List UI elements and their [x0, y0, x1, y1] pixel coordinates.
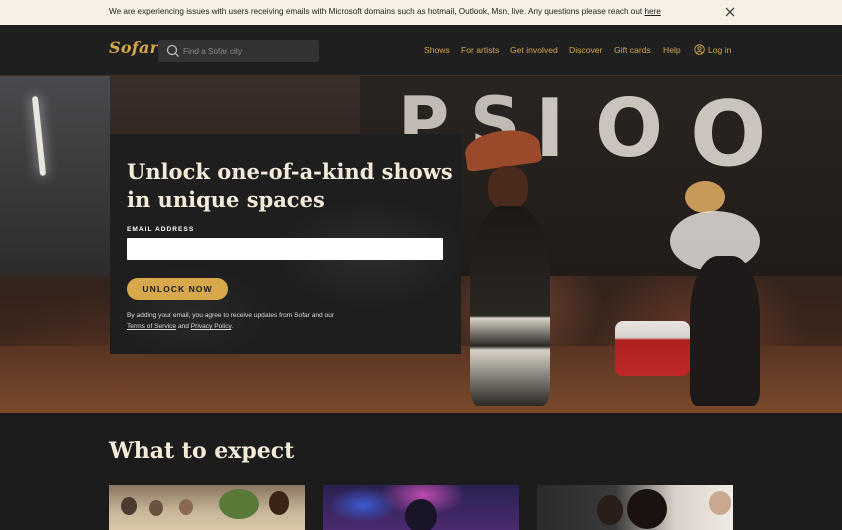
hero-signup-card: Unlock one-of-a-kind shows in unique spa…: [110, 134, 461, 354]
expect-image[interactable]: [537, 485, 733, 530]
site-header: Sofar Shows For artists Get involved Dis…: [0, 25, 842, 76]
hero-section: P S I O O Unlock one-of-a-kind shows in …: [0, 76, 842, 413]
photo-detail: [597, 495, 623, 525]
expect-image[interactable]: [323, 485, 519, 530]
unlock-now-button[interactable]: UNLOCK NOW: [127, 278, 228, 300]
expect-image[interactable]: [109, 485, 305, 530]
performer-body: [470, 206, 550, 406]
privacy-link[interactable]: Privacy Policy: [191, 323, 232, 330]
sofar-logo[interactable]: Sofar: [109, 38, 158, 57]
hero-window: [0, 76, 110, 276]
terms-link[interactable]: Terms of Service: [127, 323, 176, 330]
nav-for-artists[interactable]: For artists: [461, 45, 499, 55]
hero-title: Unlock one-of-a-kind shows in unique spa…: [127, 159, 453, 212]
email-label: EMAIL ADDRESS: [127, 226, 195, 233]
photo-detail: [269, 491, 289, 515]
email-field[interactable]: [127, 238, 443, 260]
photo-detail: [149, 500, 163, 516]
announcement-text: We are experiencing issues with users re…: [109, 7, 661, 16]
user-icon[interactable]: [694, 44, 705, 55]
nav-discover[interactable]: Discover: [569, 45, 602, 55]
search-icon: [166, 44, 179, 57]
consent-text: By adding your email, you agree to recei…: [127, 312, 335, 330]
nav-log-in[interactable]: Log in: [708, 45, 731, 55]
nav-shows[interactable]: Shows: [424, 45, 450, 55]
photo-detail: [405, 499, 437, 530]
nav-help[interactable]: Help: [663, 45, 681, 55]
backdrop-letter: O: [595, 82, 664, 175]
drum: [615, 321, 690, 376]
announcement-link[interactable]: here: [644, 7, 660, 16]
performer-hair: [685, 181, 725, 213]
backdrop-letter: O: [690, 82, 767, 187]
search-input[interactable]: [183, 43, 313, 59]
nav-get-involved[interactable]: Get involved: [510, 45, 558, 55]
performer-body: [690, 256, 760, 406]
photo-detail: [627, 489, 667, 529]
photo-detail: [709, 491, 731, 515]
nav-gift-cards[interactable]: Gift cards: [614, 45, 651, 55]
city-search[interactable]: [158, 40, 319, 62]
photo-detail: [179, 499, 193, 515]
photo-detail: [121, 497, 137, 515]
performer-head: [488, 166, 528, 210]
section-title: What to expect: [109, 438, 295, 464]
close-icon[interactable]: [724, 6, 736, 18]
photo-detail: [219, 489, 259, 519]
announcement-bar: We are experiencing issues with users re…: [0, 0, 842, 25]
